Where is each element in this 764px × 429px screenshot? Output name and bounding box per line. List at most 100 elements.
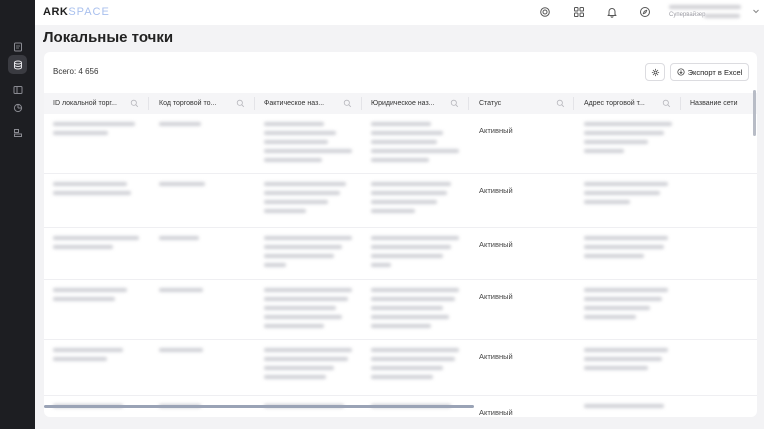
search-icon[interactable] [236, 99, 245, 108]
user-name-redacted [669, 5, 741, 9]
column-header-actual-name[interactable]: Фактическое наз... [264, 93, 324, 114]
cell-address-redacted [584, 236, 674, 263]
cell-legal-name-redacted [371, 348, 461, 384]
gear-icon [651, 68, 659, 76]
total-count: Всего: 4 656 [53, 67, 99, 76]
column-label: Фактическое наз... [264, 100, 325, 107]
column-header-local-id[interactable]: ID локальной торг... [53, 93, 117, 114]
cell-local-id-redacted [53, 236, 139, 254]
vertical-scrollbar[interactable] [753, 90, 756, 136]
cell-legal-name-redacted [371, 236, 461, 272]
layers-icon [13, 128, 22, 137]
column-divider [468, 97, 469, 110]
column-header-outlet-address[interactable]: Адрес торговой т... [584, 93, 645, 114]
search-icon[interactable] [343, 99, 352, 108]
cell-status: Активный [479, 186, 513, 195]
sidebar [0, 0, 35, 429]
cell-status: Активный [479, 126, 513, 135]
column-label: Статус [479, 100, 502, 107]
column-divider [254, 97, 255, 110]
cell-status: Активный [479, 292, 513, 301]
table-row[interactable]: Активный [44, 280, 757, 340]
cell-outlet-code-redacted [159, 288, 219, 297]
column-divider [148, 97, 149, 110]
page-title: Локальные точки [43, 29, 174, 46]
logo-text-accent: SPACE [68, 6, 110, 18]
cell-outlet-code-redacted [159, 236, 219, 245]
column-header-status[interactable]: Статус [479, 93, 501, 114]
column-header-outlet-code[interactable]: Код торговой то... [159, 93, 216, 114]
export-excel-button[interactable]: Экспорт в Excel [670, 63, 749, 81]
chart-icon [13, 103, 22, 112]
cell-actual-name-redacted [264, 348, 354, 384]
cell-address-redacted [584, 348, 674, 375]
column-header-chain-name[interactable]: Название сети [690, 93, 738, 114]
export-label: Экспорт в Excel [687, 67, 743, 77]
compass-icon [640, 7, 650, 17]
cell-address-redacted [584, 404, 674, 413]
sidebar-item-documents[interactable] [8, 37, 27, 56]
cell-local-id-redacted [53, 182, 138, 200]
cell-actual-name-redacted [264, 236, 354, 272]
sidebar-item-layers[interactable] [8, 123, 27, 142]
apps-grid-icon [574, 7, 584, 17]
column-header-legal-name[interactable]: Юридическое наз... [371, 93, 435, 114]
search-icon[interactable] [130, 99, 139, 108]
cell-address-redacted [584, 288, 674, 324]
cell-actual-name-redacted [264, 182, 354, 218]
column-label: Код торговой то... [159, 100, 217, 107]
column-divider [361, 97, 362, 110]
cell-address-redacted [584, 122, 674, 158]
notifications-button[interactable] [604, 4, 620, 20]
document-icon [13, 42, 22, 51]
search-icon[interactable] [556, 99, 565, 108]
sidebar-item-reports[interactable] [8, 98, 27, 117]
cell-local-id-redacted [53, 288, 138, 306]
table-body: Активный Активный Активный Активный Акти… [44, 114, 757, 417]
cell-legal-name-redacted [371, 122, 461, 167]
search-icon[interactable] [450, 99, 459, 108]
panel-icon [13, 85, 22, 94]
support-button[interactable] [537, 4, 553, 20]
database-icon [13, 60, 22, 70]
support-icon [540, 7, 550, 17]
user-org-redacted [704, 14, 740, 18]
logo-text-primary: ARK [43, 6, 69, 18]
cell-outlet-code-redacted [159, 348, 219, 357]
download-icon [677, 68, 685, 76]
horizontal-scrollbar[interactable] [44, 405, 474, 408]
top-bar: ARKSPACE Супервайзер [35, 0, 764, 25]
cell-address-redacted [584, 182, 674, 209]
sidebar-item-database[interactable] [8, 55, 27, 74]
column-label: Адрес торговой т... [584, 100, 645, 107]
cell-outlet-code-redacted [159, 182, 219, 191]
user-role: Супервайзер [669, 12, 706, 18]
table-settings-button[interactable] [645, 63, 665, 81]
table-row[interactable]: Активный [44, 174, 757, 228]
cell-status: Активный [479, 240, 513, 249]
cell-local-id-redacted [53, 348, 138, 366]
cell-status: Активный [479, 352, 513, 361]
table-row[interactable]: Активный [44, 228, 757, 280]
sidebar-item-panel[interactable] [8, 80, 27, 99]
cell-local-id-redacted [53, 122, 138, 140]
search-icon[interactable] [662, 99, 671, 108]
navigator-button[interactable] [637, 4, 653, 20]
column-label: Название сети [690, 100, 738, 107]
column-divider [573, 97, 574, 110]
cell-actual-name-redacted [264, 122, 354, 167]
column-divider [680, 97, 681, 110]
table-row[interactable]: Активный [44, 340, 757, 396]
app-logo[interactable]: ARKSPACE [43, 6, 110, 18]
table-header: ID локальной торг... Код торговой то... … [44, 93, 757, 114]
apps-button[interactable] [571, 4, 587, 20]
cell-legal-name-redacted [371, 182, 461, 218]
points-table-card: Всего: 4 656 Экспорт в Excel ID локально… [44, 52, 757, 417]
cell-actual-name-redacted [264, 288, 354, 333]
cell-legal-name-redacted [371, 288, 461, 333]
cell-outlet-code-redacted [159, 122, 219, 131]
cell-status: Активный [479, 408, 513, 417]
chevron-down-icon [753, 9, 759, 14]
user-menu[interactable]: Супервайзер [667, 1, 762, 23]
table-row[interactable]: Активный [44, 114, 757, 174]
